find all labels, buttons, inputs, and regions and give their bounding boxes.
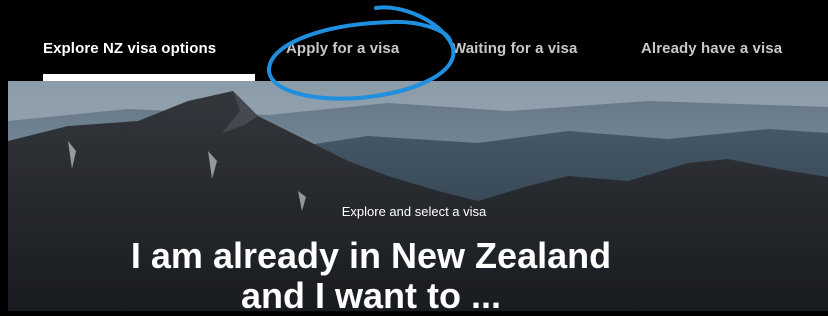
nav-tab-already-have-a-visa[interactable]: Already have a visa xyxy=(641,40,782,57)
hero-headline: I am already in New Zealand and I want t… xyxy=(0,236,742,316)
hero-headline-line-1: I am already in New Zealand xyxy=(130,235,612,276)
nav-tab-explore-nz-visa-options[interactable]: Explore NZ visa options xyxy=(43,40,216,57)
nav-tab-waiting-for-a-visa[interactable]: Waiting for a visa xyxy=(452,40,577,57)
nav-tab-apply-for-a-visa[interactable]: Apply for a visa xyxy=(286,40,399,57)
top-navigation: Explore NZ visa options Apply for a visa… xyxy=(0,0,828,81)
active-tab-indicator xyxy=(43,74,255,81)
hero-headline-line-2: and I want to ... xyxy=(241,275,501,316)
hero-eyebrow-text: Explore and select a visa xyxy=(341,204,487,219)
